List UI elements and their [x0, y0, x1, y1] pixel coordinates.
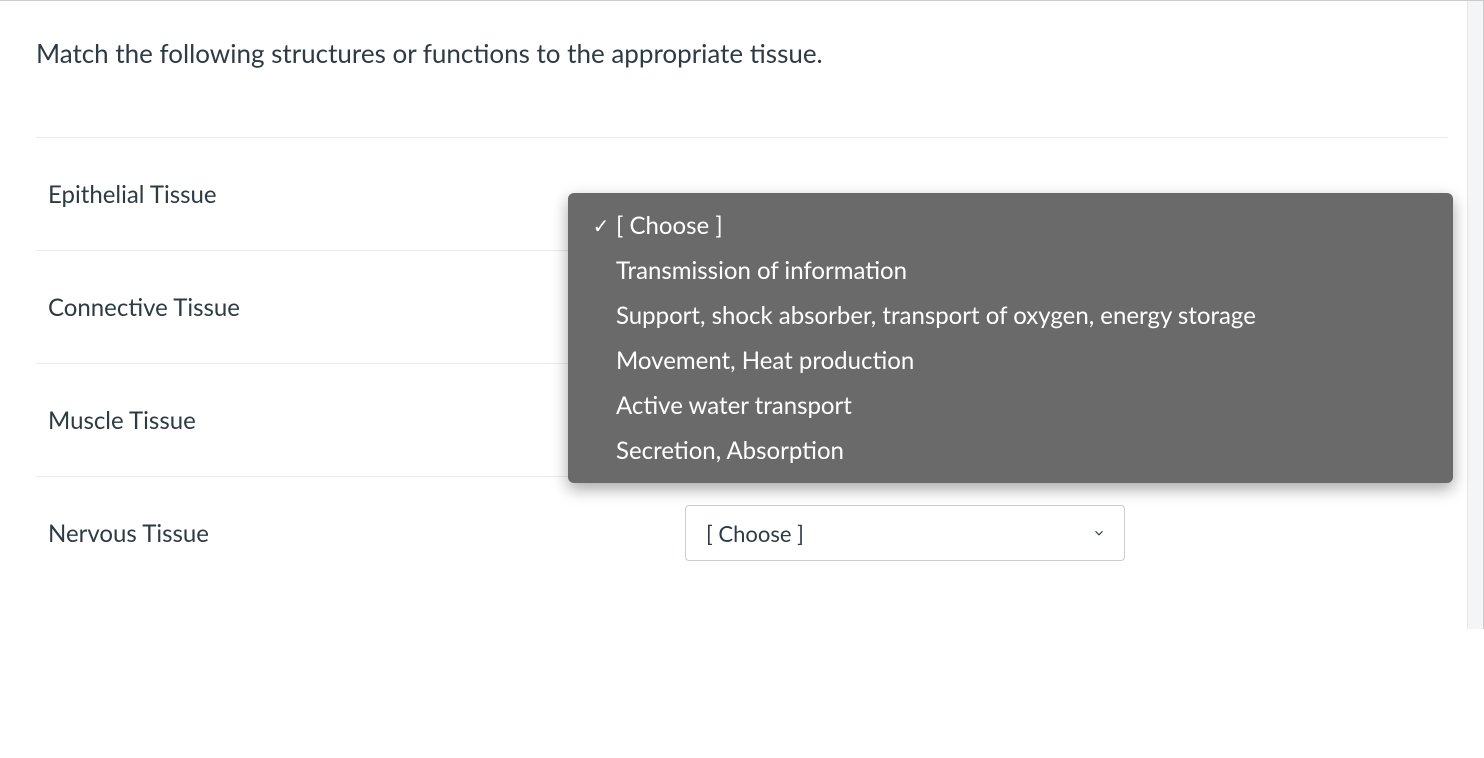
match-row-nervous: Nervous Tissue [ Choose ] [36, 476, 1447, 589]
dropdown-option-secretion[interactable]: Secretion, Absorption [568, 428, 1453, 473]
scrollbar-track[interactable] [1467, 1, 1483, 629]
question-container: Match the following structures or functi… [0, 0, 1484, 629]
question-prompt: Match the following structures or functi… [36, 37, 1447, 97]
match-label: Nervous Tissue [36, 519, 685, 548]
dropdown-option-active-water[interactable]: Active water transport [568, 383, 1453, 428]
select-nervous[interactable]: [ Choose ] [685, 505, 1125, 561]
option-label: Transmission of information [616, 256, 907, 285]
match-select-holder: [ Choose ] [685, 505, 1125, 561]
dropdown-menu[interactable]: ✓ [ Choose ] Transmission of information… [568, 193, 1453, 483]
select-value: [ Choose ] [706, 520, 804, 547]
option-label: [ Choose ] [616, 211, 723, 240]
dropdown-option-movement[interactable]: Movement, Heat production [568, 338, 1453, 383]
chevron-down-icon [1092, 526, 1106, 540]
option-label: Active water transport [616, 391, 852, 420]
check-icon: ✓ [588, 214, 614, 238]
dropdown-option-transmission[interactable]: Transmission of information [568, 248, 1453, 293]
dropdown-option-choose[interactable]: ✓ [ Choose ] [568, 203, 1453, 248]
option-label: Movement, Heat production [616, 346, 914, 375]
option-label: Secretion, Absorption [616, 436, 844, 465]
dropdown-option-support[interactable]: Support, shock absorber, transport of ox… [568, 293, 1453, 338]
option-label: Support, shock absorber, transport of ox… [616, 301, 1256, 330]
